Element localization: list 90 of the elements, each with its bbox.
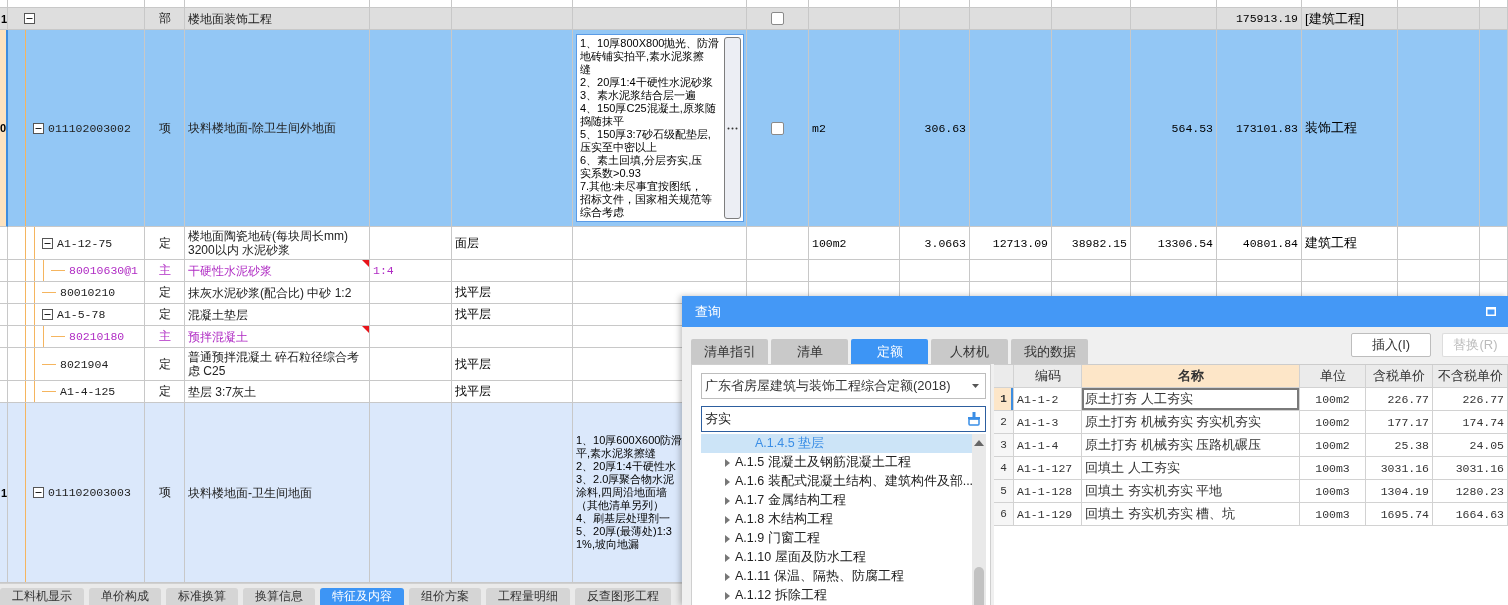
item-code: A1-12-75: [57, 236, 113, 250]
category-text: 建筑工程: [1305, 234, 1357, 252]
row-number: 1: [0, 12, 7, 25]
table-cell: 1280.23: [1433, 480, 1508, 503]
item-code: 011102003002: [48, 121, 131, 135]
row-number: 6: [994, 503, 1014, 526]
item-type: 主: [158, 328, 171, 345]
table-cell: 40801.84: [1242, 236, 1298, 250]
table-cell: 1695.74: [1366, 503, 1433, 526]
item-type: 项: [158, 484, 171, 501]
table-cell: A1-1-4: [1014, 434, 1082, 457]
row-number: 2: [994, 411, 1014, 434]
table-cell: 100m3: [1300, 503, 1366, 526]
item-name: 楼地面装饰工程: [188, 11, 272, 26]
table-cell: 原土打夯 机械夯实 夯实机夯实: [1082, 411, 1300, 434]
table-cell: 3031.16: [1433, 457, 1508, 480]
unit-text: m2: [812, 121, 826, 135]
table-cell: A1-1-3: [1014, 411, 1082, 434]
table-cell: 1664.63: [1433, 503, 1508, 526]
table-cell: 100m2: [1300, 411, 1366, 434]
table-cell: 175913.19: [1235, 12, 1298, 25]
table-cell: 564.53: [1171, 121, 1213, 135]
table-cell: 原土打夯 人工夯实: [1082, 388, 1300, 411]
table-cell: 找平层: [455, 306, 491, 323]
item-type: 部: [158, 10, 171, 27]
table-cell: 24.05: [1433, 434, 1508, 457]
row-number: 3: [994, 434, 1014, 457]
item-type: 定: [158, 284, 171, 301]
item-name: 块料楼地面-卫生间地面: [188, 485, 312, 500]
table-cell: 1304.19: [1366, 480, 1433, 503]
item-code: A1-4-125: [60, 385, 116, 398]
table-cell: 13306.54: [1157, 236, 1213, 250]
item-type: 定: [158, 383, 171, 400]
category-text: [建筑工程]: [1305, 9, 1365, 28]
item-type: 定: [158, 355, 171, 373]
table-cell: 回填土 人工夯实: [1082, 457, 1300, 480]
table-cell: 38982.15: [1071, 236, 1127, 250]
item-name: 预拌混凝土: [188, 329, 248, 344]
item-name: 块料楼地面-除卫生间外地面: [188, 121, 336, 135]
item-type: 定: [158, 306, 171, 323]
table-cell: 226.77: [1433, 388, 1508, 411]
table-cell: 原土打夯 机械夯实 压路机碾压: [1082, 434, 1300, 457]
table-cell: 177.17: [1366, 411, 1433, 434]
table-cell: A1-1-129: [1014, 503, 1082, 526]
table-cell: 306.63: [924, 121, 966, 135]
row-number: 1: [0, 486, 7, 499]
item-code: 8021904: [60, 357, 109, 371]
row-number: 4: [994, 457, 1014, 480]
dialog-title: 查询: [695, 302, 721, 321]
table-cell: A1-1-2: [1014, 388, 1082, 411]
table-cell: 174.74: [1433, 411, 1508, 434]
table-cell: 100m2: [1300, 434, 1366, 457]
item-code: 011102003003: [48, 486, 131, 499]
table-cell: A1-1-127: [1014, 457, 1082, 480]
table-cell: 25.38: [1366, 434, 1433, 457]
table-cell: 回填土 夯实机夯实 槽、坑: [1082, 503, 1300, 526]
table-cell: 226.77: [1366, 388, 1433, 411]
table-cell: 173101.83: [1235, 121, 1298, 135]
table-cell: 100m2: [1300, 388, 1366, 411]
item-code: 80210180: [69, 330, 125, 343]
row-number: 5: [994, 480, 1014, 503]
item-type: 主: [158, 262, 171, 279]
table-cell: 3.0663: [924, 236, 966, 250]
table-cell: 100m3: [1300, 480, 1366, 503]
table-cell: 12713.09: [992, 236, 1048, 250]
table-cell: A1-1-128: [1014, 480, 1082, 503]
table-cell: 3031.16: [1366, 457, 1433, 480]
item-code: 80010630@1: [69, 264, 138, 277]
item-name: 垫层 3:7灰土: [188, 384, 256, 399]
item-name: 楼地面陶瓷地砖(每块周长mm) 3200以内 水泥砂浆: [188, 229, 349, 257]
table-cell: 找平层: [455, 284, 491, 301]
features-text: 1、10厚600X600防滑 平,素水泥浆擦缝 2、20厚1:4干硬性水 3、2.0厚聚合物水泥 涂料,四周沿地面墙 （其他清单另列） 4、刷基层处理剂一 5、20厚(最薄处)1:3 1%,坡向地漏: [576, 434, 683, 551]
row-number: 0: [0, 122, 6, 134]
item-type: 项: [158, 119, 171, 137]
category-text: 装饰工程: [1305, 119, 1357, 137]
row-number: 1: [994, 388, 1014, 411]
table-cell: 面层: [455, 234, 479, 252]
item-name: 干硬性水泥砂浆: [188, 263, 272, 278]
table-cell: 找平层: [455, 355, 491, 373]
table-cell: 找平层: [455, 383, 491, 400]
item-type: 定: [158, 234, 171, 252]
unit-text: 100m2: [812, 236, 847, 250]
item-code: 80010210: [60, 286, 116, 299]
item-code: A1-5-78: [57, 308, 106, 321]
item-name: 混凝土垫层: [188, 307, 248, 322]
item-name: 抹灰水泥砂浆(配合比) 中砂 1:2: [188, 285, 352, 300]
table-cell: 100m3: [1300, 457, 1366, 480]
table-cell: 回填土 夯实机夯实 平地: [1082, 480, 1300, 503]
table-cell: 1:4: [373, 264, 394, 277]
item-name: 普通预拌混凝土 碎石粒径综合考虑 C25: [188, 350, 361, 378]
